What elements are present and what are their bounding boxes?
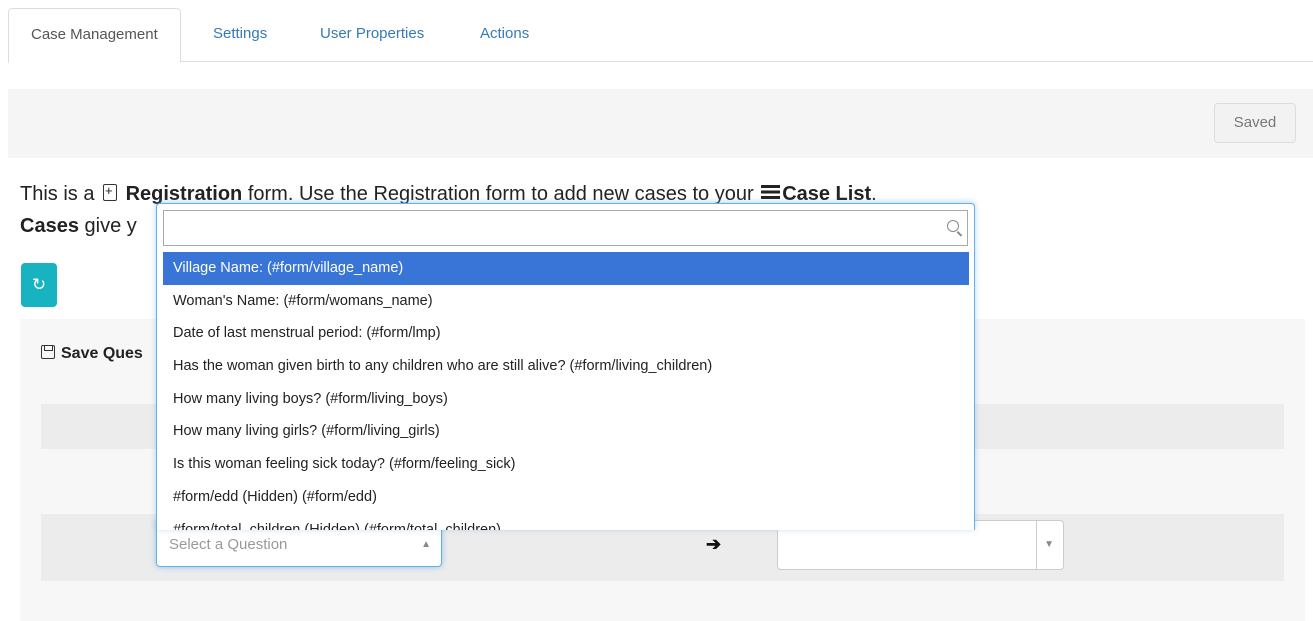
file-plus-icon [103,182,118,201]
question-dropdown: Village Name: (#form/village_name) Woman… [156,203,975,530]
tab-case-management[interactable]: Case Management [8,8,181,63]
dropdown-option[interactable]: #form/total_children (Hidden) (#form/tot… [163,514,969,531]
case-list-label: Case List [782,183,872,205]
dropdown-search-input[interactable] [163,210,968,246]
question-select-placeholder: Select a Question [169,536,288,553]
tab-actions[interactable]: Actions [458,8,551,62]
dropdown-option[interactable]: Has the woman given birth to any childre… [163,350,969,383]
chevron-down-icon[interactable]: ▼ [1044,521,1054,569]
panel-title-text: Save Ques [61,345,143,362]
select-divider [1036,521,1037,569]
dropdown-option[interactable]: Is this woman feeling sick today? (#form… [163,448,969,481]
refresh-icon: ↻ [31,275,47,294]
intro-text: This is a [20,183,95,205]
arrow-right-icon: ➔ [706,534,722,554]
save-bar: Saved [8,89,1313,158]
dropdown-option[interactable]: How many living girls? (#form/living_gir… [163,415,969,448]
intro-text: . [871,183,877,205]
dropdown-option[interactable]: Woman's Name: (#form/womans_name) [163,285,969,318]
saved-button[interactable]: Saved [1214,103,1296,143]
search-icon [947,220,959,232]
intro-line-2: Cases give y [20,208,137,244]
panel-title: Save Ques [41,345,143,363]
tab-user-properties[interactable]: User Properties [298,8,446,62]
dropdown-options: Village Name: (#form/village_name) Woman… [163,252,969,530]
tab-bar: Case Management Settings User Properties… [8,8,1313,63]
dropdown-option[interactable]: #form/edd (Hidden) (#form/edd) [163,481,969,514]
refresh-button[interactable]: ↻ [21,263,57,307]
floppy-disk-icon [41,345,55,359]
list-icon [761,185,781,199]
dropdown-option[interactable]: How many living boys? (#form/living_boys… [163,383,969,416]
intro-text: form. Use the Registration form to add n… [247,183,754,205]
intro-text: give y [84,215,137,237]
form-type-label: Registration [125,183,243,205]
tab-settings[interactable]: Settings [191,8,289,62]
dropdown-option[interactable]: Date of last menstrual period: (#form/lm… [163,317,969,350]
cases-label: Cases [20,215,79,237]
dropdown-option[interactable]: Village Name: (#form/village_name) [163,252,969,285]
